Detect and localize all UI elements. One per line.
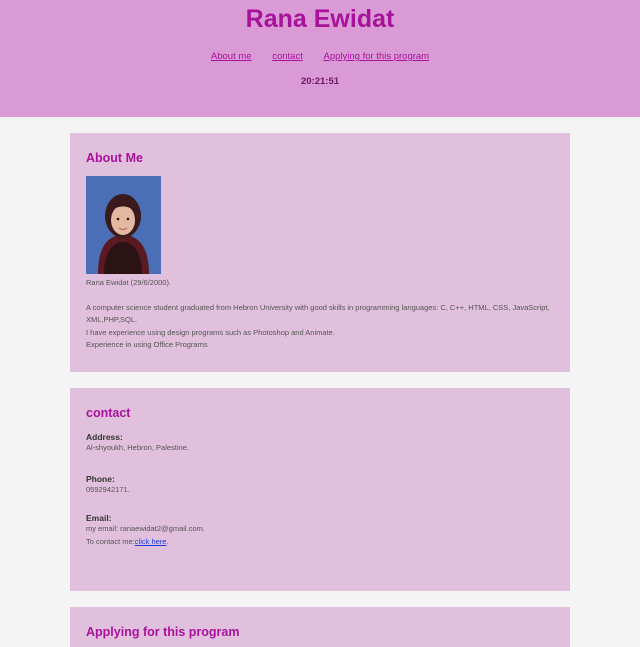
- nav-link-about[interactable]: About me: [211, 51, 252, 62]
- profile-photo-image: [86, 176, 161, 274]
- site-header: Rana Ewidat About me contact Applying fo…: [0, 0, 640, 117]
- nav-link-applying[interactable]: Applying for this program: [323, 51, 429, 62]
- clock: 20:21:51: [300, 76, 340, 87]
- about-section: About Me Rana Ewidat (29/6/2000). A comp…: [70, 133, 570, 372]
- main-nav: About me contact Applying for this progr…: [0, 51, 640, 62]
- site-title: Rana Ewidat: [245, 5, 395, 33]
- about-bio-1: A computer science student graduated fro…: [86, 302, 550, 325]
- contact-line: To contact me:click here.: [86, 536, 554, 549]
- applying-section: Applying for this program: [70, 607, 570, 647]
- address-label: Address:: [86, 432, 123, 442]
- nav-link-contact[interactable]: contact: [272, 51, 303, 62]
- about-bio-2: I have experience using design programs …: [86, 327, 335, 337]
- phone-value: 0592942171.: [86, 484, 130, 494]
- contact-heading: contact: [86, 406, 131, 420]
- contact-link[interactable]: click here: [135, 537, 167, 546]
- about-heading: About Me: [86, 151, 143, 165]
- contact-section: contact Address: Al-shyoukh, Hebron, Pal…: [70, 388, 570, 591]
- email-value: my email: ranaewidat2@gmail.com.: [86, 524, 205, 533]
- profile-photo: [86, 176, 161, 274]
- about-bio-3: Experience in using Office Programs: [86, 340, 208, 349]
- phone-label: Phone:: [86, 473, 115, 484]
- address-value: Al-shyoukh, Hebron, Palestine.: [86, 443, 189, 452]
- email-label: Email:: [86, 513, 112, 523]
- contact-suffix: .: [166, 536, 169, 546]
- contact-prefix: To contact me:: [86, 536, 135, 546]
- about-name-line: Rana Ewidat (29/6/2000).: [86, 278, 172, 287]
- applying-heading: Applying for this program: [86, 625, 240, 639]
